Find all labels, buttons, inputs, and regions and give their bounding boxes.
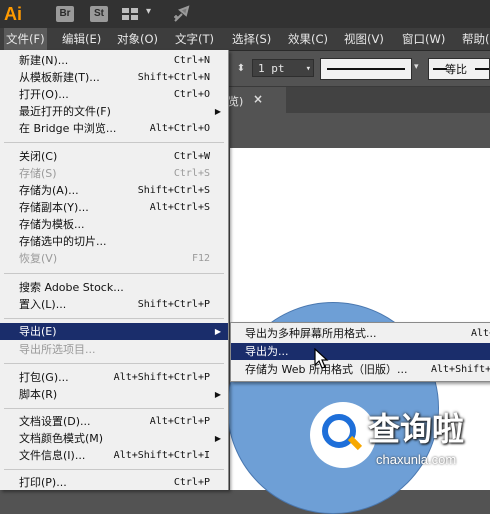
stroke-stepper-icon[interactable]: ⬍ [234, 60, 248, 78]
menu-window[interactable]: 窗口(W) [400, 28, 447, 50]
gpu-performance-icon[interactable] [172, 4, 194, 24]
variable-width-profile[interactable] [320, 58, 412, 80]
menu-item-new-from-template[interactable]: 从模板新建(T)... Shift+Ctrl+N [0, 69, 228, 86]
menu-item-save-as-template[interactable]: 存储为模板... [0, 216, 228, 233]
menu-item-export-as[interactable]: 导出为... [231, 343, 490, 360]
menu-separator [4, 318, 224, 319]
chevron-right-icon: ▶ [214, 107, 221, 116]
menu-separator [4, 363, 224, 364]
menu-item-recent-files[interactable]: 最近打开的文件(F) ▶ [0, 103, 228, 120]
watermark-title: 查询啦 [368, 410, 465, 448]
brush-definition[interactable]: 等比 [428, 58, 490, 80]
menu-item-document-color-mode[interactable]: 文档颜色模式(M) ▶ [0, 430, 228, 447]
stroke-line-preview [327, 68, 405, 70]
menu-item-file-info[interactable]: 文件信息(I)... Alt+Shift+Ctrl+I [0, 447, 228, 464]
illustrator-logo: Ai [4, 4, 22, 24]
menu-item-open[interactable]: 打开(O)... Ctrl+O [0, 86, 228, 103]
mouse-pointer-icon [314, 348, 329, 369]
stock-button[interactable]: St [90, 6, 108, 22]
export-submenu: 导出为多种屏幕所用格式...Alt+ 导出为... 存储为 Web 所用格式（旧… [230, 322, 490, 382]
chevron-right-icon: ▶ [214, 327, 221, 336]
watermark-url: chaxunla.com [376, 452, 457, 467]
title-bar: Ai Br St ▾ [0, 0, 490, 28]
menu-edit[interactable]: 编辑(E) [60, 28, 103, 50]
chevron-down-icon: ▾ [305, 64, 311, 74]
menu-item-package[interactable]: 打包(G)... Alt+Shift+Ctrl+P [0, 369, 228, 386]
brush-line-preview [475, 68, 489, 70]
stroke-weight-field[interactable]: 1 pt ▾ [252, 59, 314, 77]
watermark: 查询啦 chaxunla.com [310, 402, 482, 482]
workspace-switcher[interactable]: ▾ [122, 6, 158, 21]
menu-item-place[interactable]: 置入(L)... Shift+Ctrl+P [0, 296, 228, 313]
menu-item-close[interactable]: 关闭(C) Ctrl+W [0, 148, 228, 165]
menu-type[interactable]: 文字(T) [173, 28, 216, 50]
menu-item-new[interactable]: 新建(N)... Ctrl+N [0, 52, 228, 69]
close-icon[interactable]: × [253, 92, 263, 106]
menu-item-print[interactable]: 打印(P)... Ctrl+P [0, 474, 228, 491]
menu-file[interactable]: 文件(F) [4, 28, 47, 50]
menu-item-export-for-screens[interactable]: 导出为多种屏幕所用格式...Alt+ [231, 325, 490, 342]
menu-separator [4, 469, 224, 470]
chevron-right-icon: ▶ [214, 434, 221, 443]
menu-effect[interactable]: 效果(C) [286, 28, 330, 50]
menu-item-document-setup[interactable]: 文档设置(D)... Alt+Ctrl+P [0, 413, 228, 430]
menu-item-save: 存储(S) Ctrl+S [19, 167, 210, 180]
stroke-weight-value: 1 pt [258, 62, 285, 75]
menu-separator [4, 142, 224, 143]
menu-item-export[interactable]: 导出(E) ▶ [0, 323, 228, 340]
menu-item-search-adobe-stock[interactable]: 搜索 Adobe Stock... [0, 279, 228, 296]
menu-item-save-as[interactable]: 存储为(A)... Shift+Ctrl+S [0, 182, 228, 199]
menu-item-save-selected-slices[interactable]: 存储选中的切片... [0, 233, 228, 250]
menu-item-save-copy[interactable]: 存储副本(Y)... Alt+Ctrl+S [0, 199, 228, 216]
document-tab-label: 览) [228, 95, 244, 108]
menu-item-save-for-web-legacy[interactable]: 存储为 Web 所用格式（旧版）... Alt+Shift+ [231, 361, 490, 378]
menu-view[interactable]: 视图(V) [342, 28, 386, 50]
menu-separator [4, 273, 224, 274]
ratio-label: 等比 [445, 63, 467, 76]
menu-bar: 文件(F) 编辑(E) 对象(O) 文字(T) 选择(S) 效果(C) 视图(V… [0, 28, 490, 51]
grid-layout-icon [122, 8, 138, 20]
chevron-down-icon[interactable]: ▾ [414, 62, 419, 72]
menu-item-scripts[interactable]: 脚本(R) ▶ [0, 386, 228, 403]
menu-object[interactable]: 对象(O) [115, 28, 160, 50]
watermark-logo [310, 402, 376, 468]
chevron-down-icon: ▾ [146, 6, 152, 17]
bridge-button[interactable]: Br [56, 6, 74, 22]
menu-item-revert: 恢复(V) F12 [19, 252, 210, 265]
menu-separator [4, 408, 224, 409]
menu-item-export-selection: 导出所选项目... [19, 343, 96, 356]
menu-help[interactable]: 帮助(H) [460, 28, 490, 50]
file-menu: 新建(N)... Ctrl+N 从模板新建(T)... Shift+Ctrl+N 打… [0, 50, 229, 490]
menu-select[interactable]: 选择(S) [230, 28, 273, 50]
menu-item-browse-in-bridge[interactable]: 在 Bridge 中浏览... Alt+Ctrl+O [0, 120, 228, 137]
search-q-tail [347, 435, 363, 451]
chevron-right-icon: ▶ [214, 390, 221, 399]
